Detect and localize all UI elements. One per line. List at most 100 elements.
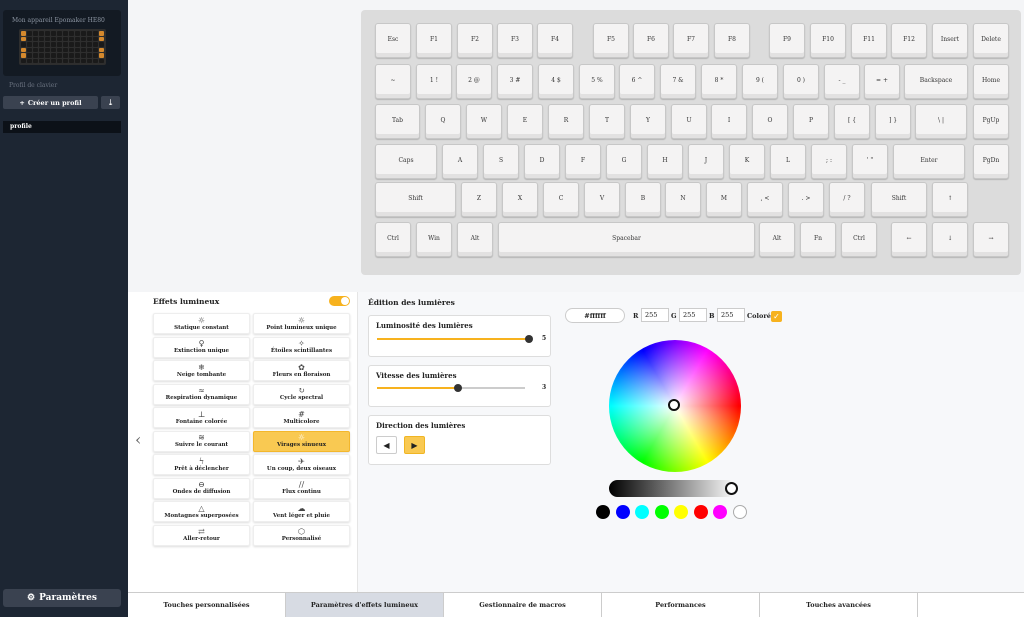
- colored-checkbox[interactable]: ✓: [771, 311, 782, 322]
- key[interactable]: Alt: [457, 222, 493, 257]
- color-wheel-thumb[interactable]: [668, 399, 680, 411]
- key[interactable]: W: [466, 104, 502, 139]
- key[interactable]: Fn: [800, 222, 836, 257]
- key[interactable]: PgUp: [973, 104, 1009, 139]
- key[interactable]: Caps: [375, 144, 437, 179]
- key[interactable]: Y: [630, 104, 666, 139]
- b-input[interactable]: 255: [717, 308, 745, 322]
- g-input[interactable]: 255: [679, 308, 707, 322]
- effect-item[interactable]: ⇄ Aller-retour: [153, 524, 250, 546]
- key[interactable]: ←: [891, 222, 927, 257]
- key[interactable]: J: [688, 144, 724, 179]
- key[interactable]: Esc: [375, 23, 411, 58]
- color-swatch[interactable]: [635, 505, 649, 519]
- speed-slider-thumb[interactable]: [454, 384, 463, 392]
- key[interactable]: P: [793, 104, 829, 139]
- key[interactable]: F4: [537, 23, 573, 58]
- key[interactable]: Insert: [932, 23, 968, 58]
- key[interactable]: S: [483, 144, 519, 179]
- key[interactable]: ↑: [932, 182, 968, 217]
- color-swatch[interactable]: [654, 505, 669, 519]
- key[interactable]: = +: [864, 64, 900, 99]
- key[interactable]: M: [706, 182, 742, 217]
- key[interactable]: - _: [824, 64, 860, 99]
- key[interactable]: Win: [416, 222, 452, 257]
- key[interactable]: Ctrl: [841, 222, 877, 257]
- effect-item[interactable]: ☼ Statique constant: [153, 313, 250, 334]
- tab[interactable]: Performances: [602, 593, 760, 617]
- key[interactable]: F2: [457, 23, 493, 58]
- key[interactable]: [ {: [834, 104, 870, 139]
- key[interactable]: Shift: [871, 182, 927, 217]
- key[interactable]: H: [647, 144, 683, 179]
- effect-item[interactable]: ⊥ Fontaine colorée: [153, 407, 250, 428]
- key[interactable]: F10: [810, 23, 846, 58]
- effect-item[interactable]: ∕∕ Flux continu: [253, 477, 350, 499]
- key[interactable]: F: [565, 144, 601, 179]
- key[interactable]: 2 @: [456, 64, 492, 99]
- key[interactable]: I: [711, 104, 747, 139]
- brightness-slider[interactable]: [377, 335, 533, 343]
- effect-item[interactable]: # Multicolore: [253, 407, 350, 428]
- key[interactable]: O: [752, 104, 788, 139]
- key[interactable]: 0 ): [783, 64, 819, 99]
- brightness-slider-thumb[interactable]: [525, 335, 533, 343]
- effect-item[interactable]: ⬡ Personnalisé: [253, 524, 350, 546]
- key[interactable]: Shift: [375, 182, 456, 217]
- key[interactable]: F1: [416, 23, 452, 58]
- import-profile-button[interactable]: ⤓: [101, 96, 120, 109]
- effect-item[interactable]: ☁ Vent léger et pluie: [253, 501, 350, 522]
- key[interactable]: ~: [375, 64, 411, 99]
- tab[interactable]: Paramètres d'effets lumineux: [286, 593, 444, 617]
- key[interactable]: ; :: [811, 144, 847, 179]
- key[interactable]: \ |: [915, 104, 967, 139]
- key[interactable]: R: [548, 104, 584, 139]
- key[interactable]: ] }: [875, 104, 911, 139]
- key[interactable]: L: [770, 144, 806, 179]
- key[interactable]: Home: [973, 64, 1009, 99]
- key[interactable]: F8: [714, 23, 750, 58]
- key[interactable]: Enter: [893, 144, 965, 179]
- effect-item[interactable]: ⊖ Ondes de diffusion: [153, 477, 250, 499]
- key[interactable]: C: [543, 182, 579, 217]
- key[interactable]: 1 !: [416, 64, 452, 99]
- r-input[interactable]: 255: [641, 308, 669, 322]
- tab[interactable]: Touches avancées: [760, 593, 918, 617]
- key[interactable]: 9 (: [742, 64, 778, 99]
- direction-right-button[interactable]: ▶: [404, 436, 425, 454]
- effect-item[interactable]: △ Montagnes superposées: [153, 501, 250, 522]
- effect-item[interactable]: ✧ Étoiles scintillantes: [253, 336, 350, 358]
- key[interactable]: F6: [633, 23, 669, 58]
- key[interactable]: . >: [788, 182, 824, 217]
- key[interactable]: F3: [497, 23, 533, 58]
- key[interactable]: 7 &: [660, 64, 696, 99]
- key[interactable]: Delete: [973, 23, 1009, 58]
- key[interactable]: 3 #: [497, 64, 533, 99]
- key[interactable]: F12: [891, 23, 927, 58]
- device-card[interactable]: Mon appareil Epomaker HE80: [3, 10, 121, 76]
- speed-slider[interactable]: [377, 384, 525, 392]
- key[interactable]: Ctrl: [375, 222, 411, 257]
- effect-item[interactable]: ♀ Extinction unique: [153, 336, 250, 358]
- key[interactable]: T: [589, 104, 625, 139]
- key[interactable]: A: [442, 144, 478, 179]
- key[interactable]: / ?: [829, 182, 865, 217]
- effect-item[interactable]: ≈ Respiration dynamique: [153, 383, 250, 405]
- key[interactable]: ' ": [852, 144, 888, 179]
- key[interactable]: 6 ^: [619, 64, 655, 99]
- key[interactable]: G: [606, 144, 642, 179]
- key[interactable]: K: [729, 144, 765, 179]
- key[interactable]: PgDn: [973, 144, 1009, 179]
- direction-left-button[interactable]: ◀: [376, 436, 397, 454]
- color-swatch[interactable]: [596, 505, 610, 519]
- key[interactable]: N: [665, 182, 701, 217]
- tab[interactable]: Gestionnaire de macros: [444, 593, 602, 617]
- key[interactable]: 5 %: [579, 64, 615, 99]
- color-swatch[interactable]: [674, 505, 688, 519]
- key[interactable]: , <: [747, 182, 783, 217]
- effects-toggle[interactable]: [329, 296, 350, 306]
- effect-item[interactable]: ☼ Point lumineux unique: [253, 313, 350, 334]
- key[interactable]: ↓: [932, 222, 968, 257]
- key[interactable]: 8 *: [701, 64, 737, 99]
- key[interactable]: F7: [673, 23, 709, 58]
